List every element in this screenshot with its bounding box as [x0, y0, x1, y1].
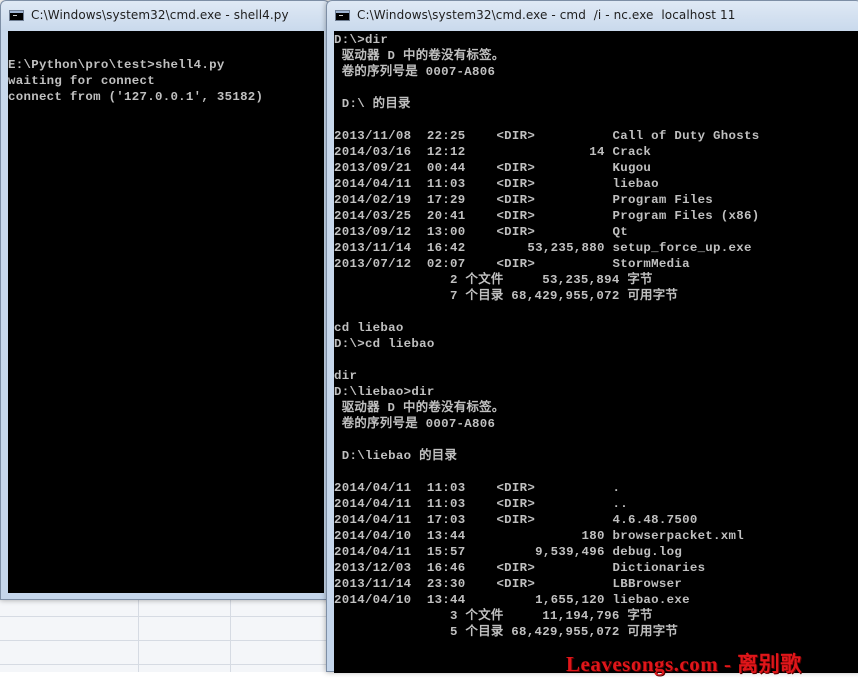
cmd-icon[interactable]	[9, 10, 24, 21]
console-line: 驱动器 D 中的卷没有标签。	[334, 401, 505, 415]
console-line: 3 个文件 11,194,796 字节	[334, 609, 653, 623]
console-line: 2013/11/14 16:42 53,235,880 setup_force_…	[334, 241, 752, 255]
console-line: 7 个目录 68,429,955,072 可用字节	[334, 289, 679, 303]
console-line: D:\ 的目录	[334, 97, 411, 111]
console-line: 2014/03/16 12:12 14 Crack	[334, 145, 652, 159]
cmd-window-shell4[interactable]: C:\Windows\system32\cmd.exe - shell4.py …	[0, 0, 330, 600]
console-line: 2014/04/10 13:44 180 browserpacket.xml	[334, 529, 744, 543]
background-window	[0, 600, 330, 672]
cmd-icon[interactable]	[335, 10, 350, 21]
console-line: 2014/04/11 17:03 <DIR> 4.6.48.7500	[334, 513, 698, 527]
console-line: 5 个目录 68,429,955,072 可用字节	[334, 625, 679, 639]
console-output[interactable]: E:\Python\pro\test>shell4.py waiting for …	[8, 31, 324, 593]
console-line: 2013/11/08 22:25 <DIR> Call of Duty Ghos…	[334, 129, 760, 143]
console-line: cd liebao	[334, 321, 404, 335]
window-title: C:\Windows\system32\cmd.exe - shell4.py	[31, 8, 289, 22]
console-line: D:\liebao>dir	[334, 385, 435, 399]
console-line: 2014/04/11 11:03 <DIR> liebao	[334, 177, 659, 191]
console-line: connect from ('127.0.0.1', 35182)	[8, 90, 264, 104]
console-line: D:\liebao 的目录	[334, 449, 458, 463]
console-line: 2014/04/10 13:44 1,655,120 liebao.exe	[334, 593, 690, 607]
console-line: 2013/11/14 23:30 <DIR> LBBrowser	[334, 577, 683, 591]
console-line: E:\Python\pro\test>shell4.py	[8, 58, 225, 72]
console-line: D:\>cd liebao	[334, 337, 435, 351]
console-line: 2 个文件 53,235,894 字节	[334, 273, 653, 287]
console-line: 2014/04/11 11:03 <DIR> .	[334, 481, 621, 495]
console-line: 2014/04/11 15:57 9,539,496 debug.log	[334, 545, 683, 559]
console-output[interactable]: D:\>dir 驱动器 D 中的卷没有标签。 卷的序列号是 0007-A806 …	[334, 31, 858, 673]
console-line: 2014/04/11 11:03 <DIR> ..	[334, 497, 628, 511]
console-line: 2013/12/03 16:46 <DIR> Dictionaries	[334, 561, 706, 575]
title-bar[interactable]: C:\Windows\system32\cmd.exe - cmd /i - n…	[327, 1, 858, 31]
console-line: D:\>dir	[334, 33, 389, 47]
watermark-text: Leavesongs.com - 离别歌	[566, 652, 802, 676]
console-line: 2013/07/12 02:07 <DIR> StormMedia	[334, 257, 690, 271]
console-line: 卷的序列号是 0007-A806	[334, 65, 496, 79]
console-line: dir	[334, 369, 358, 383]
console-line: 2013/09/21 00:44 <DIR> Kugou	[334, 161, 652, 175]
console-line: 2014/03/25 20:41 <DIR> Program Files (x8…	[334, 209, 760, 223]
console-line: 2014/02/19 17:29 <DIR> Program Files	[334, 193, 714, 207]
title-bar[interactable]: C:\Windows\system32\cmd.exe - shell4.py	[1, 1, 329, 31]
console-line: 卷的序列号是 0007-A806	[334, 417, 496, 431]
cmd-window-nc[interactable]: C:\Windows\system32\cmd.exe - cmd /i - n…	[326, 0, 858, 673]
console-line: 驱动器 D 中的卷没有标签。	[334, 49, 505, 63]
console-line: waiting for connect	[8, 74, 155, 88]
window-title: C:\Windows\system32\cmd.exe - cmd /i - n…	[357, 8, 736, 22]
console-line: 2013/09/12 13:00 <DIR> Qt	[334, 225, 628, 239]
